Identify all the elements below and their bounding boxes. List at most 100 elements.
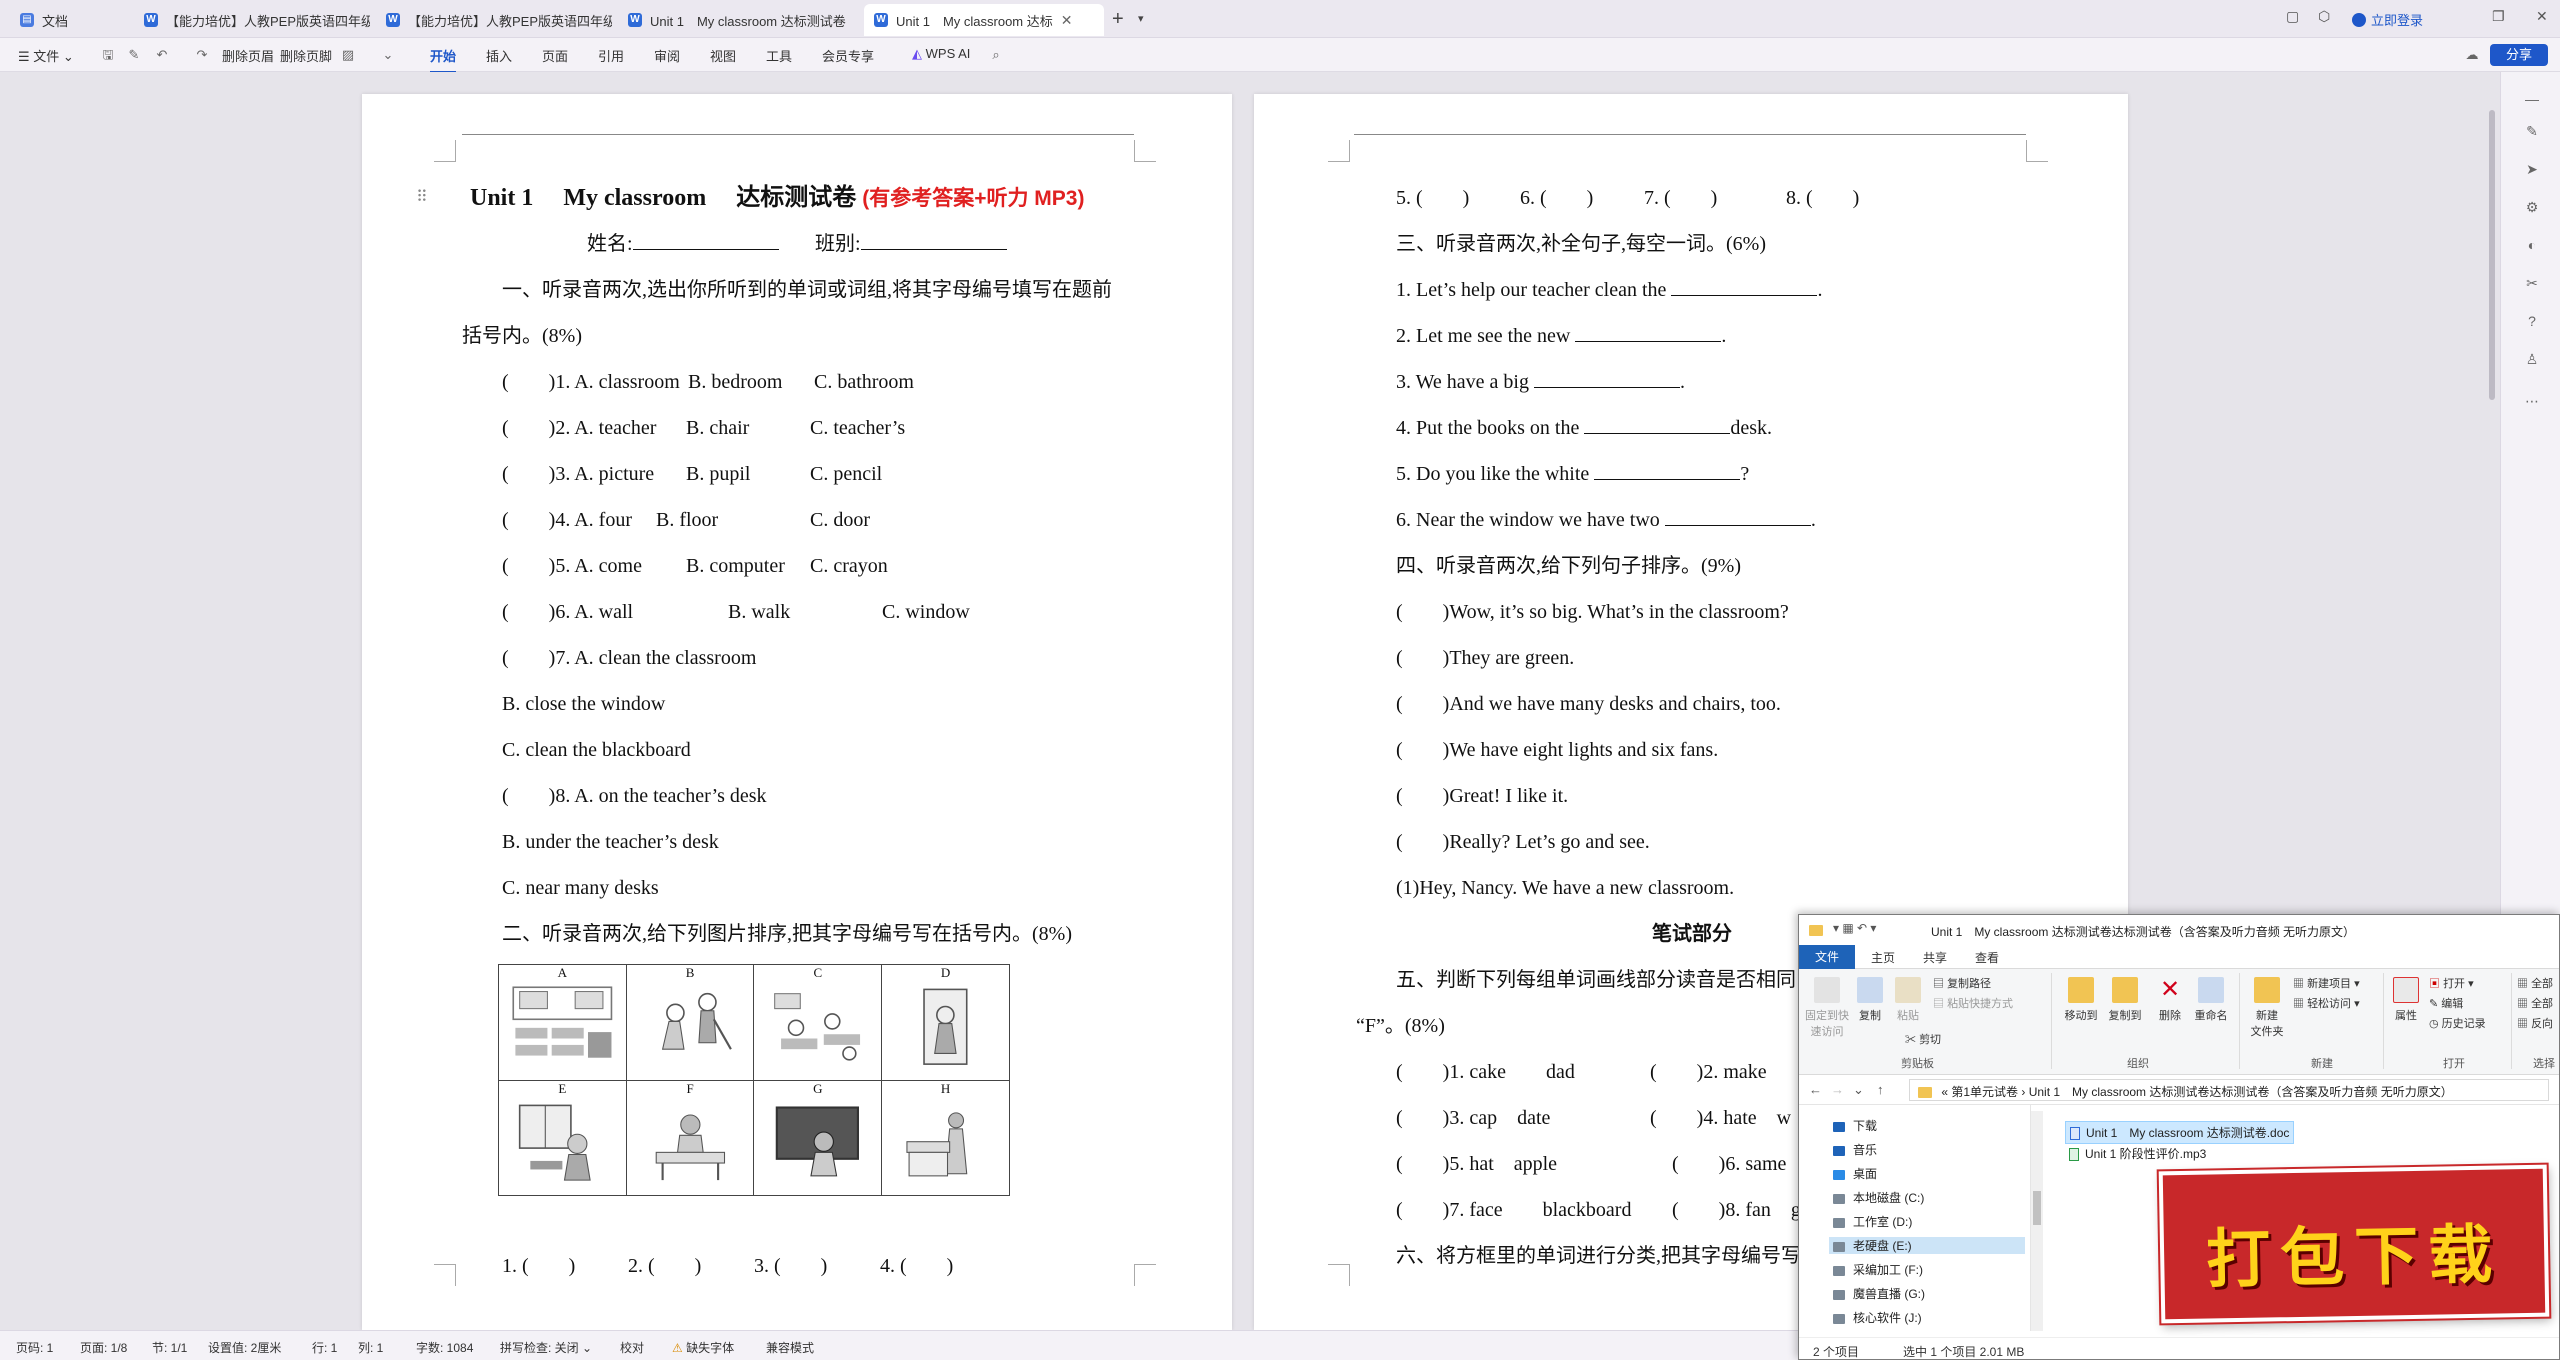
nav-item-drive-f[interactable]: 采编加工 (F:) (1833, 1261, 1923, 1278)
minimize-panel-icon[interactable]: — (2523, 90, 2541, 108)
open-button[interactable]: ▣ 打开 ▾ (2429, 975, 2474, 991)
nav-item-desktop[interactable]: 桌面 (1833, 1165, 1877, 1182)
navigation-scrollbar-thumb[interactable] (2033, 1191, 2041, 1225)
cloud-sync-icon[interactable]: ☁ (2464, 47, 2480, 63)
delete-header-button[interactable]: 删除页眉 (222, 46, 274, 65)
frame-icon[interactable]: ▨ (340, 47, 356, 63)
tab-view[interactable]: 视图 (710, 46, 736, 65)
tab-doc-4-active[interactable]: W Unit 1 My classroom 达标 ✕ (864, 4, 1104, 36)
format-painter-icon[interactable]: ✎ (126, 47, 142, 63)
undo-icon[interactable]: ↶ (154, 47, 170, 63)
properties-button[interactable]: 属性 (2391, 977, 2421, 1023)
copy-path-button[interactable]: ▤ 复制路径 (1933, 975, 1991, 991)
tab-home-ribbon[interactable]: 开始 (430, 46, 457, 73)
file-item-doc[interactable]: Unit 1 My classroom 达标测试卷.doc (2065, 1121, 2295, 1144)
new-tab-icon[interactable]: + (1112, 8, 1124, 31)
nav-item-drive-c[interactable]: 本地磁盘 (C:) (1833, 1189, 1924, 1206)
nav-item-music[interactable]: 音乐 (1833, 1141, 1877, 1158)
invert-selection-button[interactable]: ▦ 反向 (2517, 1015, 2553, 1031)
explorer-tab-view[interactable]: 查看 (1975, 949, 1999, 966)
status-section[interactable]: 节: 1/1 (152, 1339, 187, 1356)
close-window-icon[interactable]: ✕ (2536, 8, 2548, 25)
chevron-down-icon[interactable]: ⌄ (380, 47, 396, 63)
cube-icon[interactable]: ⬡ (2318, 8, 2330, 25)
help-icon[interactable]: ? (2523, 312, 2541, 330)
new-item-button[interactable]: ▦ 新建项目 ▾ (2293, 975, 2360, 991)
redo-icon[interactable]: ↷ (194, 47, 210, 63)
select-none-button[interactable]: ▦ 全部 (2517, 995, 2553, 1011)
status-setting[interactable]: 设置值: 2厘米 (208, 1339, 281, 1356)
login-button[interactable]: 立即登录 (2352, 10, 2423, 29)
tools-icon[interactable]: ✂ (2523, 274, 2541, 292)
close-tab-icon[interactable]: ✕ (1061, 12, 1073, 29)
drag-handle-icon[interactable]: ⠿ (416, 186, 428, 210)
history-button[interactable]: ◷ 历史记录 (2429, 1015, 2486, 1031)
wps-ai-button[interactable]: ◭ WPS AI (912, 46, 970, 62)
tab-tools[interactable]: 工具 (766, 46, 792, 65)
nav-item-drive-j[interactable]: 核心软件 (J:) (1833, 1309, 1922, 1326)
copy-to-button[interactable]: 复制到 (2105, 977, 2145, 1023)
share-button[interactable]: 分享 (2490, 44, 2548, 66)
tab-member[interactable]: 会员专享 (822, 46, 874, 65)
file-menu[interactable]: ☰ 文件 ⌄ (18, 46, 74, 65)
pin-quick-access-button[interactable]: 固定到快 速访问 (1805, 977, 1849, 1039)
recent-dropdown-icon[interactable]: ⌄ (1853, 1082, 1864, 1098)
save-icon[interactable]: 🖫 (100, 47, 116, 63)
shirt-icon[interactable]: ♙ (2523, 350, 2541, 368)
status-pages[interactable]: 页面: 1/8 (80, 1339, 127, 1356)
more-icon[interactable]: ⋯ (2523, 392, 2541, 410)
vertical-scrollbar[interactable] (2489, 110, 2495, 400)
forward-arrow-icon[interactable]: → (1831, 1082, 1844, 1097)
status-row[interactable]: 行: 1 (312, 1339, 337, 1356)
tab-doc-1[interactable]: W 【能力培优】人教PEP版英语四年级上 (134, 4, 370, 36)
paste-shortcut-button[interactable]: ▤ 粘贴快捷方式 (1933, 995, 2013, 1011)
explorer-tab-file[interactable]: 文件 (1799, 945, 1855, 969)
delete-button[interactable]: ✕ 删除 (2155, 977, 2185, 1023)
settings-sliders-icon[interactable]: ⚙ (2523, 198, 2541, 216)
select-icon[interactable]: ➤ (2523, 160, 2541, 178)
explorer-tab-home[interactable]: 主页 (1871, 949, 1895, 966)
edit-button[interactable]: ✎ 编辑 (2429, 995, 2463, 1011)
explorer-title-bar[interactable]: ▾ ▦ ↶ ▾ Unit 1 My classroom 达标测试卷达标测试卷（含… (1799, 915, 2559, 945)
spell-check-toggle[interactable]: 拼写检查: 关闭 ⌄ (500, 1339, 592, 1356)
tab-insert[interactable]: 插入 (486, 46, 512, 65)
tab-home[interactable]: ▤ 文档 (10, 4, 130, 36)
theme-icon[interactable]: ◐ (2523, 236, 2541, 254)
easy-access-button[interactable]: ▦ 轻松访问 ▾ (2293, 995, 2360, 1011)
nav-item-drive-g[interactable]: 魔兽直播 (G:) (1833, 1285, 1925, 1302)
up-arrow-icon[interactable]: ↑ (1877, 1082, 1884, 1097)
nav-item-drive-d[interactable]: 工作室 (D:) (1833, 1213, 1912, 1230)
rename-button[interactable]: 重命名 (2191, 977, 2231, 1023)
address-bar[interactable]: « 第1单元试卷 › Unit 1 My classroom 达标测试卷达标测试… (1909, 1079, 2549, 1101)
move-to-button[interactable]: 移动到 (2061, 977, 2101, 1023)
tab-page[interactable]: 页面 (542, 46, 568, 65)
tab-doc-3[interactable]: W Unit 1 My classroom 达标测试卷 (618, 4, 854, 36)
window-layout-icon[interactable]: ▢ (2286, 8, 2299, 25)
download-package-banner[interactable]: 打包下载 (2158, 1164, 2550, 1324)
search-icon[interactable]: ⌕ (988, 47, 1004, 63)
cut-button[interactable]: ✂ 剪切 (1905, 1031, 1941, 1047)
file-item-mp3[interactable]: Unit 1 阶段性评价.mp3 (2065, 1143, 2210, 1164)
missing-font-button[interactable]: ⚠ 缺失字体 (672, 1339, 734, 1356)
status-col[interactable]: 列: 1 (358, 1339, 383, 1356)
tab-review[interactable]: 审阅 (654, 46, 680, 65)
copy-button[interactable]: 复制 (1855, 977, 1885, 1023)
paste-button[interactable]: 粘贴 (1893, 977, 1923, 1023)
nav-item-downloads[interactable]: 下载 (1833, 1117, 1877, 1134)
status-page[interactable]: 页码: 1 (16, 1339, 53, 1356)
tab-references[interactable]: 引用 (598, 46, 624, 65)
restore-icon[interactable]: ❐ (2492, 8, 2505, 25)
proofread-button[interactable]: 校对 (620, 1339, 644, 1356)
quick-access-toolbar-icon[interactable]: ▾ ▦ ↶ ▾ (1833, 921, 1876, 935)
chevron-down-icon[interactable]: ▾ (1138, 12, 1144, 25)
back-arrow-icon[interactable]: ← (1809, 1082, 1822, 1097)
nav-item-drive-e[interactable]: 老硬盘 (E:) (1829, 1237, 2025, 1254)
select-all-button[interactable]: ▦ 全部 (2517, 975, 2553, 991)
status-words[interactable]: 字数: 1084 (416, 1339, 473, 1356)
new-folder-button[interactable]: 新建 文件夹 (2247, 977, 2287, 1039)
explorer-tab-share[interactable]: 共享 (1923, 949, 1947, 966)
edit-icon[interactable]: ✎ (2523, 122, 2541, 140)
delete-footer-button[interactable]: 删除页脚 (280, 46, 332, 65)
tab-doc-2[interactable]: W 【能力培优】人教PEP版英语四年级上 (376, 4, 612, 36)
page-1[interactable]: ⠿ Unit 1 My classroom 达标测试卷 (有参考答案+听力 MP… (362, 94, 1232, 1330)
